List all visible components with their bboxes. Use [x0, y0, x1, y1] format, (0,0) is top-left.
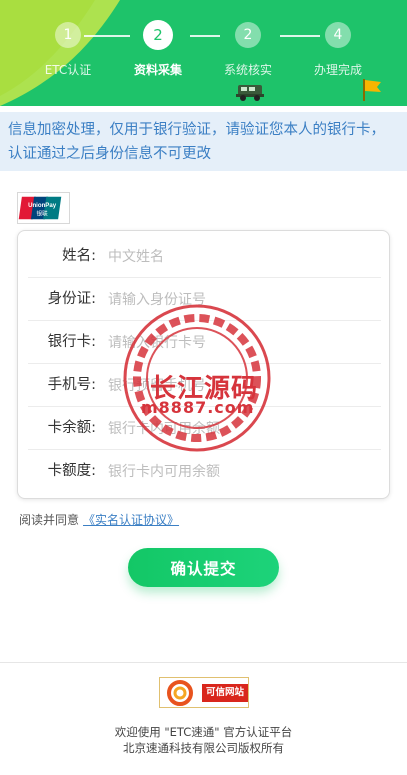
- trust-badge-text: 可信网站: [202, 684, 248, 702]
- phone-label: 手机号:: [47, 377, 96, 393]
- identity-form: 姓名: 身份证: 银行卡: 手机号: 卡余额: 卡额度:: [17, 230, 390, 499]
- step-data-collection: 2 资料采集: [118, 20, 198, 78]
- form-row-bank-card: 银行卡:: [18, 321, 391, 364]
- balance-label: 卡余额:: [47, 420, 96, 436]
- step-number: 2: [235, 22, 261, 48]
- agreement-prefix: 阅读并同意: [19, 513, 80, 527]
- step-number: 1: [55, 22, 81, 48]
- watermark-subtitle: m8887.com: [141, 398, 255, 417]
- svg-text:UnionPay: UnionPay: [28, 202, 57, 209]
- name-label: 姓名:: [62, 248, 96, 264]
- svg-text:银联: 银联: [36, 210, 48, 218]
- form-row-name: 姓名:: [18, 235, 391, 278]
- trusted-site-badge[interactable]: 可信网站: [159, 677, 249, 708]
- footer-welcome: 欢迎使用 "ETC速通" 官方认证平台: [114, 725, 293, 739]
- credit-limit-label: 卡额度:: [47, 463, 96, 479]
- step-etc-auth: 1 ETC认证: [28, 22, 108, 78]
- progress-header: 1 ETC认证 2 资料采集 2 系统核实 4 办理完成: [0, 0, 407, 106]
- page: 1 ETC认证 2 资料采集 2 系统核实 4 办理完成 信息加密处理，仅用于银…: [0, 0, 407, 775]
- step-label: ETC认证: [44, 63, 92, 77]
- step-label: 系统核实: [223, 63, 272, 77]
- step-number: 2: [143, 20, 173, 50]
- stepper: 1 ETC认证 2 资料采集 2 系统核实 4 办理完成: [0, 20, 407, 82]
- agreement: 阅读并同意 《实名认证协议》: [19, 511, 179, 528]
- step-label: 办理完成: [313, 63, 362, 77]
- agreement-link[interactable]: 《实名认证协议》: [83, 513, 179, 527]
- id-card-input[interactable]: [108, 286, 368, 313]
- step-system-verify: 2 系统核实: [208, 22, 288, 78]
- unionpay-logo: UnionPay 银联: [17, 192, 70, 224]
- balance-input[interactable]: [108, 415, 368, 442]
- step-number: 4: [325, 22, 351, 48]
- name-input[interactable]: [108, 243, 368, 270]
- footer-copyright: 北京速通科技有限公司版权所有: [123, 741, 284, 755]
- bank-card-label: 银行卡:: [47, 334, 96, 350]
- bank-card-input[interactable]: [108, 329, 368, 356]
- step-complete: 4 办理完成: [298, 22, 378, 78]
- security-notice: 信息加密处理，仅用于银行验证，请验证您本人的银行卡，认证通过之后身份信息不可更改: [0, 112, 407, 171]
- step-label: 资料采集: [133, 63, 182, 77]
- form-row-id-card: 身份证:: [18, 278, 391, 321]
- flag-icon: [363, 79, 381, 101]
- form-row-credit-limit: 卡额度:: [18, 450, 391, 493]
- credit-limit-input[interactable]: [108, 458, 368, 485]
- submit-button[interactable]: 确认提交: [128, 548, 279, 587]
- trust-seal-icon: [167, 680, 193, 706]
- footer-divider: [0, 662, 407, 663]
- truck-icon: [236, 85, 264, 101]
- id-card-label: 身份证:: [47, 291, 96, 307]
